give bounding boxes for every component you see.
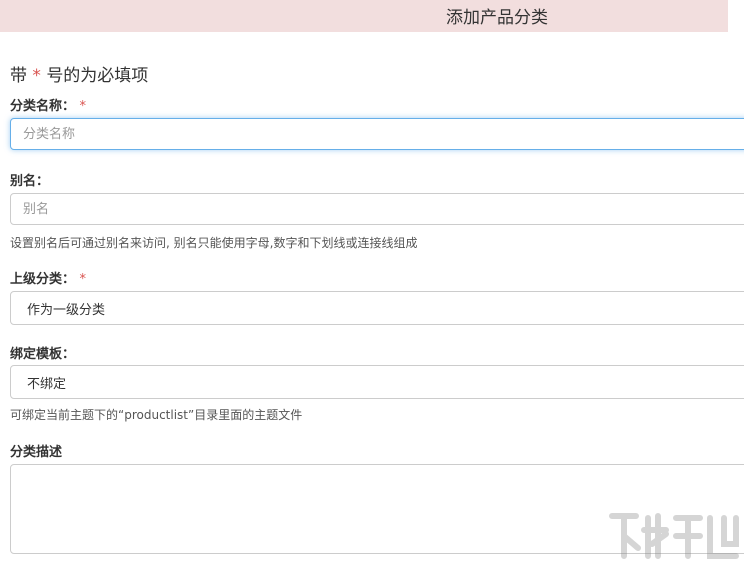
description-label-text: 分类描述 (10, 445, 63, 460)
add-category-page: 添加产品分类 带 * 号的为必填项 分类名称： * 别名： 设置别名后可通过别名… (0, 0, 744, 566)
required-star: * (79, 272, 87, 287)
template-select[interactable]: 不绑定 (10, 365, 744, 399)
page-title: 添加产品分类 (446, 8, 548, 28)
parent-category-label-text: 上级分类： (10, 272, 76, 287)
parent-category-select[interactable]: 作为一级分类 (10, 291, 744, 325)
parent-category-label: 上级分类： * (10, 268, 86, 287)
description-label: 分类描述 (10, 441, 62, 460)
required-star: * (79, 99, 87, 114)
template-selected-value: 不绑定 (27, 376, 67, 392)
alias-help-text: 设置别名后可通过别名来访问, 别名只能使用字母,数字和下划线或连接线组成 (10, 236, 418, 250)
alias-label: 别名： (10, 170, 49, 189)
template-label: 绑定模板： (10, 343, 75, 362)
download-site-logo-icon (609, 513, 739, 559)
required-note-suffix: 号的为必填项 (46, 66, 149, 86)
required-fields-note: 带 * 号的为必填项 (10, 61, 148, 86)
parent-category-selected-value: 作为一级分类 (27, 302, 106, 318)
page-header: 添加产品分类 (0, 0, 728, 32)
category-name-label-text: 分类名称： (10, 99, 76, 114)
category-name-label: 分类名称： * (10, 95, 86, 114)
template-help-text: 可绑定当前主题下的“productlist”目录里面的主题文件 (10, 408, 303, 422)
template-label-text: 绑定模板： (10, 347, 76, 362)
alias-label-text: 别名： (10, 174, 50, 189)
category-name-input[interactable] (10, 118, 744, 150)
alias-input[interactable] (10, 193, 744, 225)
required-note-prefix: 带 (10, 66, 27, 86)
required-star: * (32, 66, 41, 86)
